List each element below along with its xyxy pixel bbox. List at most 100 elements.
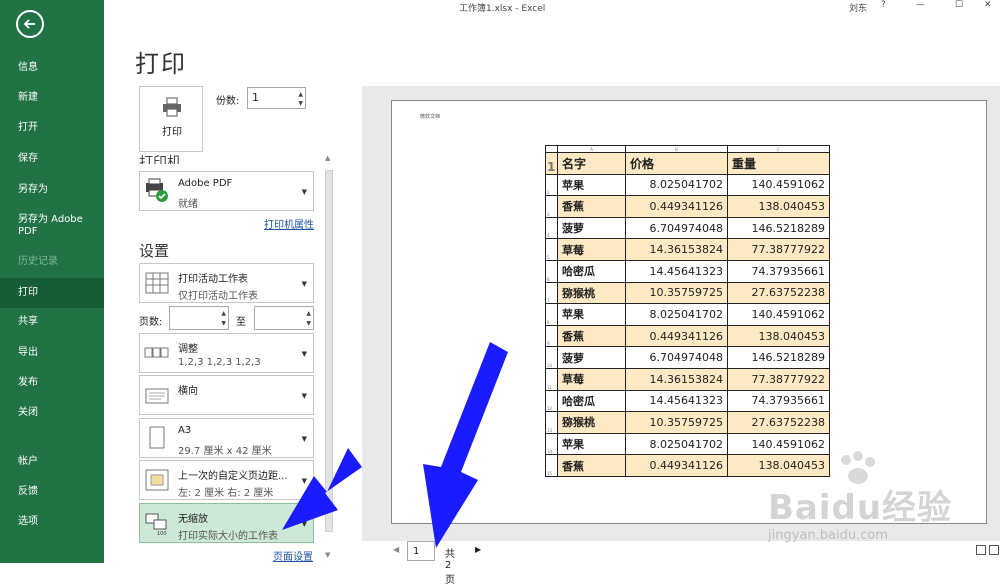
table-cell: 哈密瓜 [557,389,626,413]
print-what-title: 打印活动工作表 [178,274,248,285]
row-number: 10 [545,346,558,369]
page-title: 打印 [135,50,187,78]
table-cell: 香蕉 [557,195,626,218]
table-row: 8 苹果 8.025041702 140.4591062 [545,303,830,326]
chevron-down-icon: ▼ [301,520,307,528]
page-setup-link[interactable]: 页面设置 [273,548,313,563]
window-title: 工作簿1.xlsx - Excel [459,4,546,14]
table-cell: 10.35759725 [625,281,728,305]
scaling-desc: 打印实际大小的工作表 [178,531,278,542]
scaling-icon: 100 [145,513,167,536]
table-cell: 14.36153824 [625,367,728,391]
pages-label: 页数: [139,317,163,328]
table-cell: 14.45641323 [625,389,728,413]
scroll-down-icon[interactable]: ▼ [325,551,330,559]
nav-item[interactable]: 反馈 [0,486,104,498]
column-header: 价格 [625,152,728,175]
chevron-down-icon: ▼ [301,350,307,358]
orientation-title: 横向 [178,386,198,397]
nav-item[interactable]: 打开 [0,122,104,134]
watermark-url: jingyan.baidu.com [768,528,888,543]
table-row: 6 哈密瓜 14.45641323 74.37935661 [545,259,830,283]
table-cell: 74.37935661 [727,389,830,413]
printer-properties-link[interactable]: 打印机属性 [264,216,314,231]
table-cell: 苹果 [557,432,626,456]
row-number: 6 [545,259,558,283]
table-cell: 146.5218289 [727,346,830,369]
table-cell: 138.040453 [727,324,830,348]
column-letter: A [557,145,626,153]
row-number: 14 [545,432,558,456]
next-page-icon[interactable]: ▶ [475,545,481,554]
table-cell: 苹果 [557,303,626,326]
spin-up-icon[interactable]: ▲ [298,91,303,98]
column-header: 名字 [557,152,626,175]
settings-heading: 设置 [139,242,170,260]
scroll-up-icon[interactable]: ▲ [325,154,330,162]
table-cell: 草莓 [557,238,626,261]
page-from-input[interactable]: ▲ ▼ [169,306,229,330]
help-button[interactable]: ? [881,0,886,10]
chevron-down-icon: ▼ [301,188,307,196]
current-page-input[interactable]: 1 [407,541,435,561]
table-cell: 27.63752238 [727,411,830,434]
table-cell: 74.37935661 [727,259,830,283]
maximize-icon[interactable]: ☐ [955,0,963,10]
paper-size-title: A3 [178,425,192,436]
minimize-icon[interactable]: — [916,0,925,10]
watermark-brand: Baidu经验 [768,488,953,528]
row-number: 9 [545,324,558,348]
table-cell: 14.45641323 [625,259,728,283]
collate-dropdown[interactable]: 调整 1,2,3 1,2,3 1,2,3 ▼ [139,333,314,373]
scaling-title: 无缩放 [178,514,208,525]
nav-item[interactable]: 帐户 [0,456,104,468]
spin-down-icon[interactable]: ▼ [298,100,303,107]
table-cell: 猕猴桃 [557,281,626,305]
paper-size-dropdown[interactable]: A3 29.7 厘米 x 42 厘米 ▼ [139,418,314,458]
table-cell: 14.36153824 [625,238,728,261]
page-header-text: 微软文档 [420,114,441,120]
table-row: 12 哈密瓜 14.45641323 74.37935661 [545,389,830,413]
nav-item[interactable]: 共享 [0,316,104,328]
to-label: 至 [236,317,246,328]
nav-item[interactable]: 选项 [0,516,104,528]
nav-item[interactable]: 另存为 [0,184,104,196]
table-cell: 香蕉 [557,324,626,348]
scaling-dropdown[interactable]: 100 无缩放 打印实际大小的工作表 ▼ [139,503,314,543]
nav-item[interactable]: 保存 [0,153,104,165]
settings-scrollbar[interactable]: ▲ ▼ [324,152,334,561]
user-name[interactable]: 刘东 [849,1,867,14]
printer-dropdown[interactable]: Adobe PDF 就绪 ▼ [139,171,314,211]
print-what-dropdown[interactable]: 打印活动工作表 仅打印活动工作表 ▼ [139,263,314,303]
table-cell: 0.449341126 [625,324,728,348]
title-bar: 工作簿1.xlsx - Excel 刘东 ? — ☐ ✕ [104,0,1000,14]
copies-stepper[interactable]: 1 ▲ ▼ [247,87,306,109]
row-number: 15 [545,454,558,477]
table-cell: 77.38777922 [727,367,830,391]
table-cell: 6.704974048 [625,346,728,369]
back-arrow-icon[interactable] [16,10,44,38]
close-icon[interactable]: ✕ [984,0,992,10]
page-to-input[interactable]: ▲ ▼ [254,306,314,330]
row-number: 5 [545,238,558,261]
column-header: 重量 [727,152,830,175]
row-number: 4 [545,216,558,240]
nav-item[interactable]: 发布 [0,377,104,389]
nav-item[interactable]: 另存为 Adobe PDF [0,214,95,238]
nav-item[interactable]: 新建 [0,92,104,104]
nav-item[interactable]: 导出 [0,347,104,359]
printer-heading: 打印机 [139,155,181,164]
nav-item[interactable]: 信息 [0,62,104,74]
previous-page-icon[interactable]: ◀ [393,545,399,554]
table-cell: 140.4591062 [727,173,830,197]
nav-item[interactable]: 打印 [0,278,104,308]
table-cell: 8.025041702 [625,303,728,326]
margins-dropdown[interactable]: 上一次的自定义页边距... 左: 2 厘米 右: 2 厘米 ▼ [139,460,314,500]
sheet-grid-icon [145,272,169,294]
row-number: 8 [545,303,558,326]
print-button[interactable]: 打印 [139,86,203,152]
orientation-dropdown[interactable]: 横向 ▼ [139,375,314,415]
table-cell: 哈密瓜 [557,259,626,283]
scrollbar-thumb[interactable] [325,170,333,532]
nav-item[interactable]: 关闭 [0,407,104,419]
